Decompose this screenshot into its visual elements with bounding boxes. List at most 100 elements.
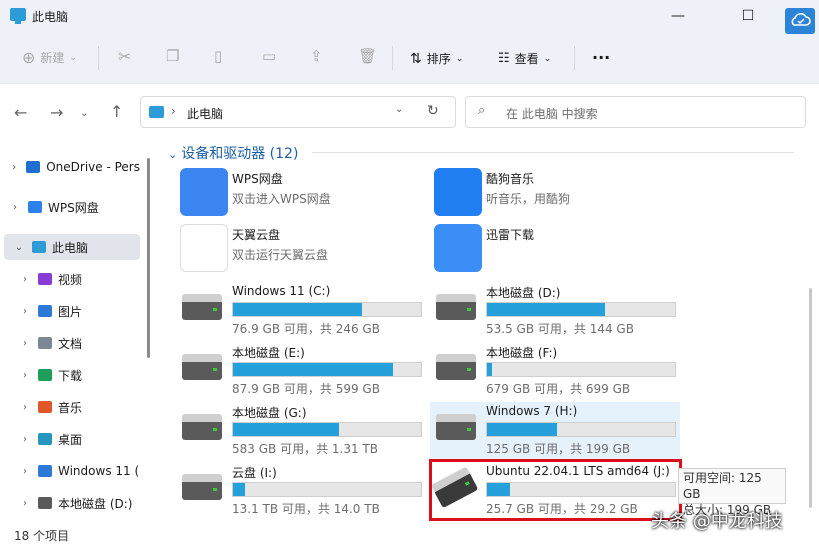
cut-icon[interactable]: ✂ xyxy=(118,47,131,66)
sidebar-item-icon xyxy=(38,433,52,445)
app-description: 双击运行天翼云盘 xyxy=(232,248,329,262)
drive-space-text: 53.5 GB 可用，共 144 GB xyxy=(486,322,634,336)
wps-cloud-icon xyxy=(180,168,228,216)
drive-usage-fill xyxy=(233,303,363,316)
toolbar-divider xyxy=(574,46,575,70)
drive-tile[interactable]: 本地磁盘 (D:) 53.5 GB 可用，共 144 GB xyxy=(430,282,680,340)
sidebar-item[interactable]: › OneDrive - Pers xyxy=(0,154,140,180)
drive-tile[interactable]: 本地磁盘 (F:) 679 GB 可用，共 699 GB xyxy=(430,342,680,400)
more-options-button[interactable]: ··· xyxy=(592,48,610,67)
app-description: 双击进入WPS网盘 xyxy=(232,192,331,206)
sidebar-item-label: 图片 xyxy=(58,304,83,319)
drive-space-text: 125 GB 可用，共 199 GB xyxy=(486,442,631,456)
drive-usage-fill xyxy=(233,363,394,376)
item-count: 18 个项目 xyxy=(14,529,70,543)
breadcrumb-this-pc[interactable]: 此电脑 xyxy=(187,105,223,122)
maximize-button[interactable]: ☐ xyxy=(736,5,760,27)
drive-space-text: 679 GB 可用，共 699 GB xyxy=(486,382,631,396)
drive-tile[interactable]: Windows 7 (H:) 125 GB 可用，共 199 GB xyxy=(430,402,680,460)
main-scrollbar[interactable] xyxy=(809,288,812,508)
sidebar-item[interactable]: › 本地磁盘 (D:) xyxy=(0,490,140,516)
hard-drive-icon xyxy=(182,354,222,380)
app-tile[interactable]: 天翼云盘 双击运行天翼云盘 xyxy=(176,222,426,278)
expand-chevron-icon[interactable]: › xyxy=(20,338,30,349)
view-button[interactable]: ☷ 查看 ⌄ xyxy=(498,50,551,67)
share-icon[interactable]: ⇪ xyxy=(310,47,323,65)
expand-chevron-icon[interactable]: › xyxy=(20,370,30,381)
title-bar xyxy=(0,0,819,34)
rename-icon[interactable]: ▭ xyxy=(262,47,276,65)
new-button[interactable]: ⊕ 新建 ⌄ xyxy=(22,48,77,67)
hard-drive-icon xyxy=(182,294,222,320)
expand-chevron-icon[interactable]: › xyxy=(10,202,20,213)
expand-chevron-icon[interactable]: › xyxy=(20,402,30,413)
address-bar[interactable]: › 此电脑 ⌄ ↻ xyxy=(140,96,456,128)
copy-icon[interactable]: ❐ xyxy=(166,47,179,65)
navigation-pane: › OneDrive - Pers › WPS网盘 ⌄ 此电脑 › 视频 › 图片 › 文档 › 下载 › 音… xyxy=(0,140,150,520)
paste-icon[interactable]: ▯ xyxy=(214,47,222,65)
hard-drive-icon xyxy=(182,414,222,440)
drive-tooltip: 可用空间: 125 GB 总大小: 199 GB xyxy=(678,468,786,517)
chevron-down-icon: ⌄ xyxy=(69,52,77,63)
drive-tile[interactable]: 本地磁盘 (E:) 87.9 GB 可用，共 599 GB xyxy=(176,342,426,400)
sidebar-item-label: 此电脑 xyxy=(52,240,89,255)
sidebar-item[interactable]: › WPS网盘 xyxy=(0,194,140,220)
kugou-icon xyxy=(434,168,482,216)
this-pc-icon xyxy=(149,106,164,118)
drive-tile[interactable]: 本地磁盘 (G:) 583 GB 可用，共 1.31 TB xyxy=(176,402,426,460)
drive-name: 本地磁盘 (G:) xyxy=(232,406,307,420)
search-icon: ⌕ xyxy=(478,103,486,118)
sidebar-item[interactable]: › 视频 xyxy=(0,266,140,292)
delete-icon[interactable]: 🗑 xyxy=(358,47,377,65)
expand-chevron-icon[interactable]: ⌄ xyxy=(14,242,24,253)
sidebar-item-icon xyxy=(38,369,52,381)
forward-arrow-icon[interactable]: → xyxy=(50,103,63,122)
group-header[interactable]: ⌄ 设备和驱动器 (12) xyxy=(168,143,298,163)
drive-usage-bar xyxy=(486,422,676,437)
refresh-icon[interactable]: ↻ xyxy=(427,103,439,119)
sidebar-item[interactable]: › Windows 11 ( xyxy=(0,458,140,484)
drive-name: 云盘 (I:) xyxy=(232,466,277,480)
chevron-down-icon: ⌄ xyxy=(543,53,552,64)
sort-button[interactable]: ⇅ 排序 ⌄ xyxy=(410,50,463,67)
minimize-button[interactable]: — xyxy=(666,5,690,27)
cloud-button[interactable] xyxy=(785,8,815,34)
expand-chevron-icon[interactable]: › xyxy=(20,274,30,285)
sidebar-item[interactable]: › 图片 xyxy=(0,298,140,324)
drive-tile[interactable]: 云盘 (I:) 13.1 TB 可用，共 14.0 TB xyxy=(176,462,426,520)
app-tile[interactable]: WPS网盘 双击进入WPS网盘 xyxy=(176,166,426,222)
tianyi-cloud-icon xyxy=(180,224,228,272)
drive-usage-bar xyxy=(486,362,676,377)
sidebar-item[interactable]: › 文档 xyxy=(0,330,140,356)
drive-usage-bar xyxy=(486,302,676,317)
sort-icon: ⇅ xyxy=(410,50,422,67)
toolbar-divider xyxy=(98,46,99,70)
expand-chevron-icon[interactable]: › xyxy=(20,434,30,445)
sidebar-item[interactable]: › 下载 xyxy=(0,362,140,388)
back-arrow-icon[interactable]: ← xyxy=(14,103,27,122)
highlight-box xyxy=(429,459,682,521)
sidebar-item-icon xyxy=(38,401,52,413)
drive-usage-bar xyxy=(232,422,422,437)
recent-chevron-icon[interactable]: ⌄ xyxy=(80,108,88,119)
drive-space-text: 87.9 GB 可用，共 599 GB xyxy=(232,382,380,396)
chevron-down-icon: ⌄ xyxy=(168,148,178,161)
search-box[interactable]: ⌕ 在 此电脑 中搜索 xyxy=(465,96,806,128)
app-tile[interactable]: 酷狗音乐 听音乐，用酷狗 xyxy=(430,166,680,222)
sidebar-item[interactable]: › 桌面 xyxy=(0,426,140,452)
sidebar-item[interactable]: ⌄ 此电脑 xyxy=(4,234,140,260)
sidebar-scrollbar[interactable] xyxy=(147,158,150,358)
expand-chevron-icon[interactable]: › xyxy=(20,466,30,477)
drive-space-text: 583 GB 可用，共 1.31 TB xyxy=(232,442,378,456)
expand-chevron-icon[interactable]: › xyxy=(10,162,18,173)
drive-tile[interactable]: Windows 11 (C:) 76.9 GB 可用，共 246 GB xyxy=(176,282,426,340)
sidebar-item-icon xyxy=(38,497,52,509)
expand-chevron-icon[interactable]: › xyxy=(20,498,30,509)
address-dropdown-icon[interactable]: ⌄ xyxy=(395,104,403,115)
expand-chevron-icon[interactable]: › xyxy=(20,306,30,317)
up-arrow-icon[interactable]: ↑ xyxy=(110,102,123,121)
search-input[interactable]: 在 此电脑 中搜索 xyxy=(506,105,598,122)
sidebar-item[interactable]: › 音乐 xyxy=(0,394,140,420)
app-tile[interactable]: 迅雷下载 xyxy=(430,222,680,278)
sidebar-item-icon xyxy=(32,241,46,253)
